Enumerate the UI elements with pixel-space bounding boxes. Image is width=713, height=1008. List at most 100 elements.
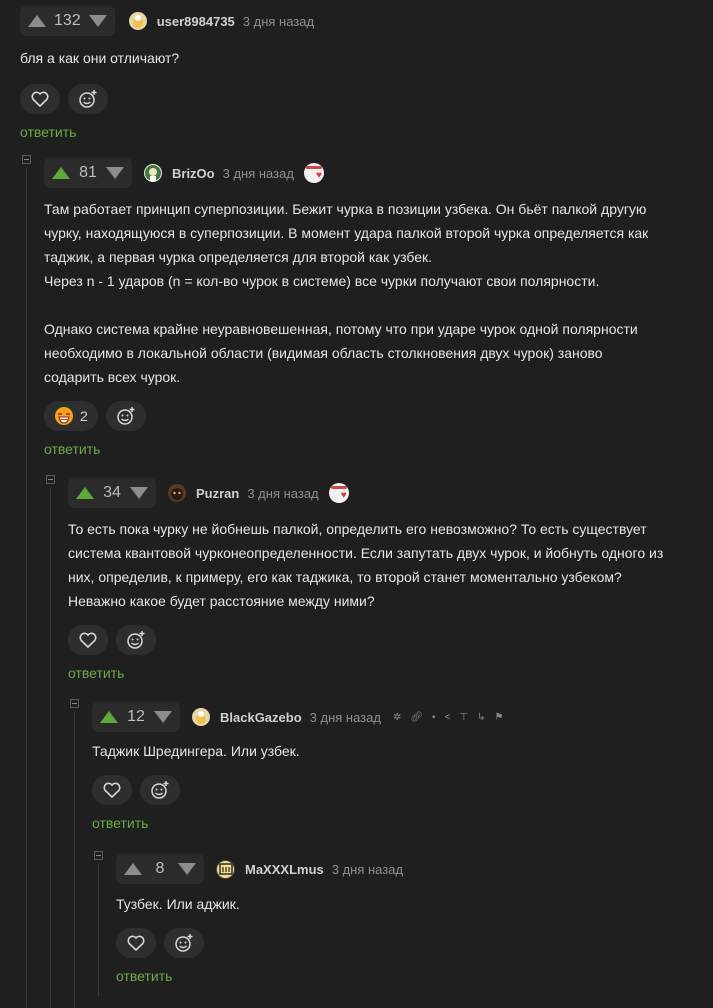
username[interactable]: BlackGazebo — [220, 710, 302, 725]
arrow-down-icon — [154, 711, 172, 723]
username[interactable]: user8984735 — [157, 14, 235, 29]
heart-icon — [79, 632, 97, 648]
username[interactable]: BrizOo — [172, 166, 215, 181]
branch-icon[interactable]: ✲ — [393, 712, 401, 723]
avatar[interactable] — [168, 484, 186, 502]
parent-icon[interactable]: ↳ — [477, 712, 485, 723]
like-button[interactable] — [116, 928, 156, 958]
thread-line — [98, 864, 99, 996]
comment-text: Таджик Шредингера. Или узбек. — [92, 743, 300, 759]
add-reaction-button[interactable] — [164, 928, 204, 958]
reply-link[interactable]: ответить — [68, 665, 668, 681]
arrow-down-icon — [178, 863, 196, 875]
vote-widget: 34 — [68, 478, 156, 508]
arrow-up-icon — [52, 167, 70, 179]
award-badge[interactable]: ♥ — [303, 163, 324, 183]
downvote-button[interactable] — [152, 708, 174, 726]
arrow-up-icon — [100, 711, 118, 723]
avatar-icon — [145, 165, 161, 181]
upvote-button[interactable] — [26, 12, 48, 30]
add-reaction-button[interactable] — [116, 625, 156, 655]
emoji-add-icon — [127, 631, 145, 649]
score: 132 — [54, 12, 81, 29]
collapse-thread-button[interactable] — [46, 475, 55, 484]
comment-text: бля а как они отличают? — [20, 50, 180, 66]
username[interactable]: MaXXXLmus — [245, 862, 324, 877]
downvote-button[interactable] — [104, 164, 126, 182]
laughing-emoji-icon — [55, 407, 73, 425]
arrow-up-icon — [76, 487, 94, 499]
comment-actions: 2 — [44, 401, 664, 431]
score: 12 — [127, 708, 145, 725]
award-badge[interactable]: ♥ — [328, 483, 349, 503]
comment-text: Там работает принцип суперпозиции. Бежит… — [44, 201, 649, 385]
timestamp[interactable]: 3 дня назад — [310, 710, 381, 725]
thread-line — [26, 168, 27, 1008]
vote-widget: 8 — [116, 854, 204, 884]
avatar-icon — [171, 488, 183, 500]
comment-header: 12 BlackGazebo 3 дня назад ✲ 🔗︎ ▪ < ⊤ ↳ … — [92, 702, 692, 732]
score: 81 — [79, 164, 97, 181]
timestamp[interactable]: 3 дня назад — [332, 862, 403, 877]
save-icon[interactable]: ▪ — [432, 712, 436, 723]
comment-actions — [68, 625, 668, 655]
upvote-button[interactable] — [74, 484, 96, 502]
add-reaction-button[interactable] — [140, 775, 180, 805]
heart-icon — [103, 782, 121, 798]
heart-icon: ♥ — [315, 170, 322, 181]
collapse-thread-button[interactable] — [70, 699, 79, 708]
avatar[interactable] — [192, 708, 210, 726]
reaction-button[interactable]: 2 — [44, 401, 98, 431]
arrow-up-icon — [124, 863, 142, 875]
timestamp[interactable]: 3 дня назад — [243, 14, 314, 29]
share-icon[interactable]: < — [445, 712, 451, 723]
collapse-thread-button[interactable] — [94, 851, 103, 860]
upvote-button[interactable] — [98, 708, 120, 726]
link-icon[interactable]: 🔗︎ — [410, 712, 423, 723]
username[interactable]: Puzran — [196, 486, 239, 501]
comment-actions — [92, 775, 692, 805]
avatar[interactable] — [144, 164, 162, 182]
vote-widget: 81 — [44, 158, 132, 188]
timestamp[interactable]: 3 дня назад — [223, 166, 294, 181]
avatar[interactable] — [216, 859, 235, 879]
comment-text: Тузбек. Или аджик. — [116, 896, 240, 912]
arrow-down-icon — [88, 15, 107, 27]
timestamp[interactable]: 3 дня назад — [247, 486, 318, 501]
like-button[interactable] — [20, 84, 60, 114]
reply-link[interactable]: ответить — [44, 441, 664, 457]
collapse-thread-button[interactable] — [22, 155, 31, 164]
avatar-icon — [196, 711, 206, 724]
comment: 34 Puzran 3 дня назад ♥ То есть пока чур… — [68, 478, 668, 681]
emoji-add-icon — [79, 90, 97, 108]
reply-link[interactable]: ответить — [20, 124, 700, 140]
emoji-add-icon — [117, 407, 135, 425]
scroll-up-icon[interactable]: ⊤ — [459, 712, 468, 723]
downvote-button[interactable] — [176, 860, 198, 878]
heart-icon: ♥ — [340, 490, 347, 501]
thread-line — [74, 712, 75, 1008]
arrow-up-icon — [28, 15, 46, 27]
downvote-button[interactable] — [87, 12, 109, 30]
avatar[interactable] — [128, 12, 147, 30]
comment-header: 132 user8984735 3 дня назад — [20, 6, 700, 36]
arrow-down-icon — [106, 167, 124, 179]
upvote-button[interactable] — [50, 164, 72, 182]
upvote-button[interactable] — [122, 860, 144, 878]
emoji-add-icon — [175, 934, 193, 952]
flag-icon[interactable]: ⚑ — [495, 712, 504, 723]
downvote-button[interactable] — [128, 484, 150, 502]
reply-link[interactable]: ответить — [92, 815, 692, 831]
add-reaction-button[interactable] — [68, 84, 108, 114]
vote-widget: 12 — [92, 702, 180, 732]
like-button[interactable] — [68, 625, 108, 655]
reply-link[interactable]: ответить — [116, 968, 696, 984]
avatar-icon — [219, 863, 233, 875]
comment-tools: ✲ 🔗︎ ▪ < ⊤ ↳ ⚑ — [393, 712, 504, 723]
like-button[interactable] — [92, 775, 132, 805]
comment-actions — [20, 84, 700, 114]
comment: 81 BrizOo 3 дня назад ♥ Там работает при… — [44, 158, 664, 457]
add-reaction-button[interactable] — [105, 401, 146, 431]
comment: 8 MaXXXLmus 3 дня назад Тузбек. Или аджи… — [116, 854, 696, 984]
avatar-icon — [132, 15, 143, 28]
